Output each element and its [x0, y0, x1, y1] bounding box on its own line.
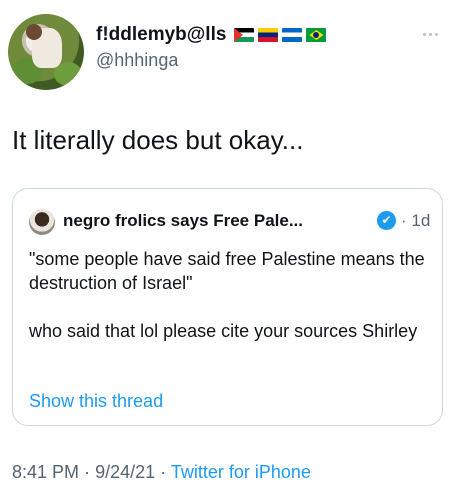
palestine-flag-icon [234, 28, 255, 42]
quoted-timestamp[interactable]: · 1d [401, 211, 430, 231]
dot [422, 32, 426, 36]
tweet-time[interactable]: 8:41 PM [12, 462, 79, 482]
quoted-paragraph: who said that lol please cite your sourc… [29, 321, 418, 341]
dot [428, 32, 432, 36]
more-options-icon[interactable] [418, 28, 442, 40]
quoted-display-name[interactable]: negro frolics says Free Pale... [63, 211, 303, 231]
flag-emojis [234, 28, 327, 42]
meta-separator: · [160, 462, 167, 482]
tweet-metadata: 8:41 PM · 9/24/21 · Twitter for iPhone [12, 462, 311, 483]
quoted-tweet-card[interactable]: negro frolics says Free Pale... ✔ · 1d "… [12, 188, 443, 426]
author-name-row[interactable]: f!ddlemyb@lls [96, 24, 327, 46]
tweet-source-link[interactable]: Twitter for iPhone [171, 462, 311, 482]
meta-separator: · [84, 462, 91, 482]
dot [434, 32, 438, 36]
tweet-date[interactable]: 9/24/21 [95, 462, 155, 482]
quoted-time[interactable]: 1d [411, 211, 430, 230]
nicaragua-flag-icon [282, 28, 303, 42]
time-separator: · [401, 211, 407, 230]
author-handle[interactable]: @hhhinga [96, 50, 178, 71]
brazil-flag-icon [306, 28, 327, 42]
quoted-tweet-text: "some people have said free Palestine me… [29, 247, 429, 343]
quoted-paragraph: "some people have said free Palestine me… [29, 249, 425, 293]
avatar-detail [26, 24, 42, 40]
quoted-avatar[interactable] [29, 209, 55, 235]
venezuela-flag-icon [258, 28, 279, 42]
display-name[interactable]: f!ddlemyb@lls [96, 24, 226, 46]
verified-badge-icon: ✔ [377, 211, 396, 230]
profile-avatar[interactable] [8, 14, 84, 90]
tweet-text: It literally does but okay... [12, 125, 304, 155]
show-thread-link[interactable]: Show this thread [29, 391, 163, 412]
